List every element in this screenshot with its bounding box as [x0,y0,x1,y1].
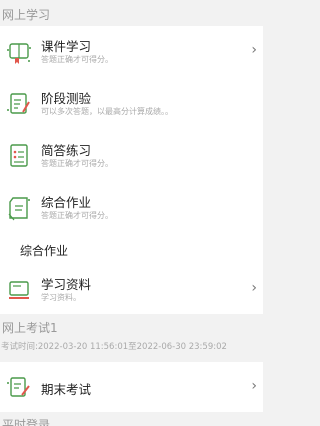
exam-time-range: 考试时间:2022-03-20 11:56:01至2022-06-30 23:5… [1,342,227,352]
quiz-icon [6,90,32,118]
item-title: 综合作业 [41,195,92,210]
list-item-materials[interactable]: 学习资料 学习资料。 › [0,264,263,314]
materials-icon [6,276,32,304]
list-item-final-exam[interactable]: 期末考试 › [0,362,263,412]
section-header-online-exam: 网上考试1 [0,316,263,338]
group-label: 综合作业 [20,244,69,258]
item-title: 期末考试 [41,382,92,397]
courseware-icon [6,38,32,66]
section-header-next: 平时登录 [0,414,263,426]
exam-icon [6,373,32,401]
app-page: 网上学习 课件学习 答题正确才可得分。 › 阶段测验 可以多次答题，以最高分计算… [0,0,263,426]
item-subtitle: 学习资料。 [41,293,81,302]
list-item-courseware[interactable]: 课件学习 答题正确才可得分。 › [0,26,263,78]
item-subtitle: 可以多次答题，以最高分计算成绩。。 [41,107,173,116]
item-subtitle: 答题正确才可得分。 [41,55,113,64]
item-subtitle: 答题正确才可得分。 [41,159,113,168]
item-subtitle: 答题正确才可得分。 [41,211,113,220]
chevron-right-icon: › [251,42,257,58]
group-block: 综合作业 [0,234,263,266]
list-item-short-answer[interactable]: 简答练习 答题正确才可得分。 [0,130,263,182]
section-header-online-learning: 网上学习 [0,0,263,26]
chevron-right-icon: › [251,280,257,296]
list-item-stage-quiz[interactable]: 阶段测验 可以多次答题，以最高分计算成绩。。 [0,78,263,130]
practice-icon [6,142,32,170]
chevron-right-icon: › [251,378,257,394]
item-title: 学习资料 [41,277,92,292]
item-title: 课件学习 [41,39,92,54]
item-title: 简答练习 [41,143,92,158]
item-title: 阶段测验 [41,91,92,106]
homework-icon [6,194,32,222]
list-item-homework[interactable]: 综合作业 答题正确才可得分。 [0,182,263,234]
